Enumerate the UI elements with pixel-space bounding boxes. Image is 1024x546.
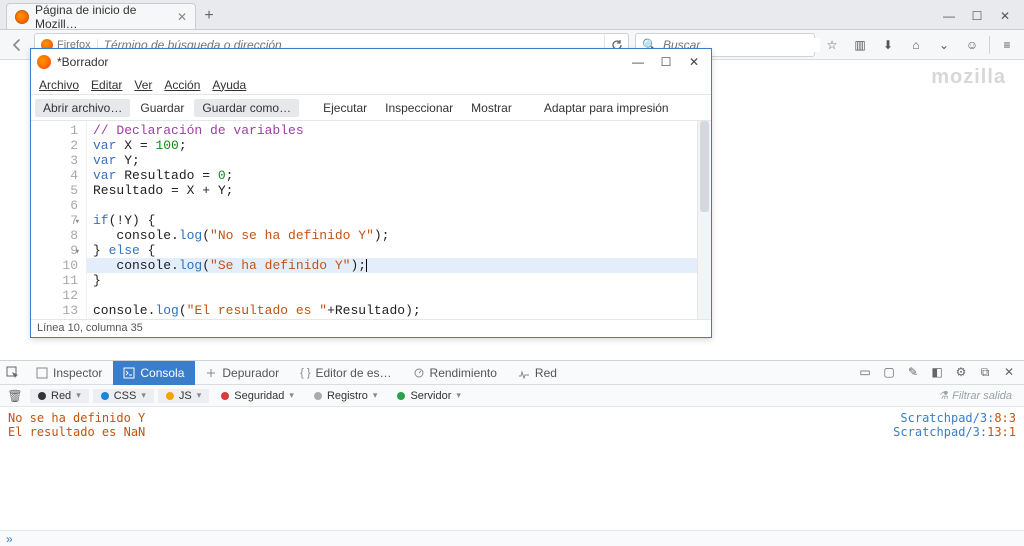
- back-button[interactable]: [6, 34, 28, 56]
- save-button[interactable]: Guardar: [132, 99, 192, 117]
- menu-ayuda[interactable]: Ayuda: [212, 75, 246, 94]
- filter-funnel-icon: ⚗: [938, 389, 948, 402]
- new-tab-button[interactable]: +: [196, 3, 222, 29]
- tab-title: Página de inicio de Mozill…: [35, 3, 167, 31]
- window-controls: — ☐ ✕: [942, 9, 1024, 29]
- scrollbar-thumb[interactable]: [700, 121, 709, 212]
- filter-server[interactable]: Servidor▾: [389, 389, 469, 403]
- scratchpad-titlebar[interactable]: *Borrador — ☐ ✕: [31, 49, 711, 75]
- firefox-favicon-icon: [15, 10, 29, 24]
- console-filter-bar: 🗑 Red▾ CSS▾ JS▾ Seguridad▾ Registro▾ Ser…: [0, 385, 1024, 407]
- run-button[interactable]: Ejecutar: [315, 99, 375, 117]
- scratchpad-status: Línea 10, columna 35: [31, 319, 711, 337]
- filter-net[interactable]: Red▾: [30, 389, 89, 403]
- scratchpad-toolbar: Abrir archivo… Guardar Guardar como… Eje…: [31, 95, 711, 121]
- scratchpad-title: *Borrador: [57, 55, 108, 69]
- devtools-tabs: Inspector Consola Depurador { } Editor d…: [0, 361, 1024, 385]
- tab-style-editor[interactable]: { } Editor de es…: [290, 361, 402, 385]
- downloads-icon[interactable]: ⬇: [877, 34, 899, 56]
- filter-logging[interactable]: Registro▾: [306, 389, 386, 403]
- dock-side-icon[interactable]: ◧: [928, 365, 946, 380]
- window-minimize-icon[interactable]: —: [942, 9, 956, 23]
- inspect-button[interactable]: Inspeccionar: [377, 99, 461, 117]
- console-filter-search[interactable]: ⚗ Filtrar salida: [938, 389, 1020, 402]
- library-icon[interactable]: ▥: [849, 34, 871, 56]
- devtools-right-controls: ▭ ▢ ✎ ◧ ⚙ ⧉ ✕: [856, 365, 1024, 380]
- tab-console[interactable]: Consola: [113, 361, 195, 385]
- devtools-close-icon[interactable]: ✕: [1000, 365, 1018, 380]
- scratchpad-favicon-icon: [37, 55, 51, 69]
- window-maximize-icon[interactable]: ☐: [970, 9, 984, 23]
- scratchpad-maximize-icon[interactable]: ☐: [655, 55, 677, 69]
- menu-archivo[interactable]: Archivo: [39, 75, 79, 94]
- filter-css[interactable]: CSS▾: [93, 389, 154, 403]
- menu-accion[interactable]: Acción: [164, 75, 200, 94]
- console-input-prompt[interactable]: »: [0, 530, 1024, 546]
- responsive-icon[interactable]: ▢: [880, 365, 898, 380]
- filter-js[interactable]: JS▾: [158, 389, 209, 403]
- scratchpad-minimize-icon[interactable]: —: [627, 55, 649, 69]
- home-icon[interactable]: ⌂: [905, 34, 927, 56]
- settings-gear-icon[interactable]: ⚙: [952, 365, 970, 380]
- console-output[interactable]: No se ha definido YScratchpad/3:8:3El re…: [0, 407, 1024, 530]
- scratchpad-close-icon[interactable]: ✕: [683, 55, 705, 69]
- browser-tab-strip: Página de inicio de Mozill… ✕ + — ☐ ✕: [0, 0, 1024, 30]
- split-console-icon[interactable]: ▭: [856, 365, 874, 380]
- element-picker-icon[interactable]: [0, 366, 26, 380]
- smiley-icon[interactable]: ☺: [961, 34, 983, 56]
- line-gutter: 1234567▾89▾1011121314: [31, 121, 87, 319]
- window-close-icon[interactable]: ✕: [998, 9, 1012, 23]
- tab-close-icon[interactable]: ✕: [177, 10, 187, 24]
- scratchpad-menubar: Archivo Editar Ver Acción Ayuda: [31, 75, 711, 95]
- bookmark-star-icon[interactable]: ☆: [821, 34, 843, 56]
- filter-security[interactable]: Seguridad▾: [213, 389, 302, 403]
- pocket-icon[interactable]: ⌄: [933, 34, 955, 56]
- tab-network[interactable]: Red: [508, 361, 568, 385]
- mozilla-wordmark: mozilla: [931, 66, 1006, 89]
- scratchpad-icon[interactable]: ✎: [904, 365, 922, 380]
- editor-scrollbar[interactable]: [697, 121, 711, 319]
- code-editor[interactable]: 1234567▾89▾1011121314 // Declaración de …: [31, 121, 711, 319]
- browser-tab[interactable]: Página de inicio de Mozill… ✕: [6, 3, 196, 29]
- save-as-button[interactable]: Guardar como…: [194, 99, 299, 117]
- menu-editar[interactable]: Editar: [91, 75, 122, 94]
- tab-performance[interactable]: Rendimiento: [403, 361, 508, 385]
- show-button[interactable]: Mostrar: [463, 99, 520, 117]
- adapt-print-button[interactable]: Adaptar para impresión: [536, 99, 677, 117]
- content-area: mozilla *Borrador — ☐ ✕ Archivo Editar V…: [0, 60, 1024, 360]
- dock-window-icon[interactable]: ⧉: [976, 365, 994, 380]
- tab-inspector[interactable]: Inspector: [26, 361, 113, 385]
- scratchpad-window: *Borrador — ☐ ✕ Archivo Editar Ver Acció…: [30, 48, 712, 338]
- menu-icon[interactable]: ≡: [996, 34, 1018, 56]
- code-content[interactable]: // Declaración de variablesvar X = 100;v…: [87, 121, 711, 319]
- tab-debugger[interactable]: Depurador: [195, 361, 290, 385]
- devtools-panel: Inspector Consola Depurador { } Editor d…: [0, 360, 1024, 546]
- menu-ver[interactable]: Ver: [134, 75, 152, 94]
- clear-console-icon[interactable]: 🗑: [4, 389, 26, 403]
- open-file-button[interactable]: Abrir archivo…: [35, 99, 130, 117]
